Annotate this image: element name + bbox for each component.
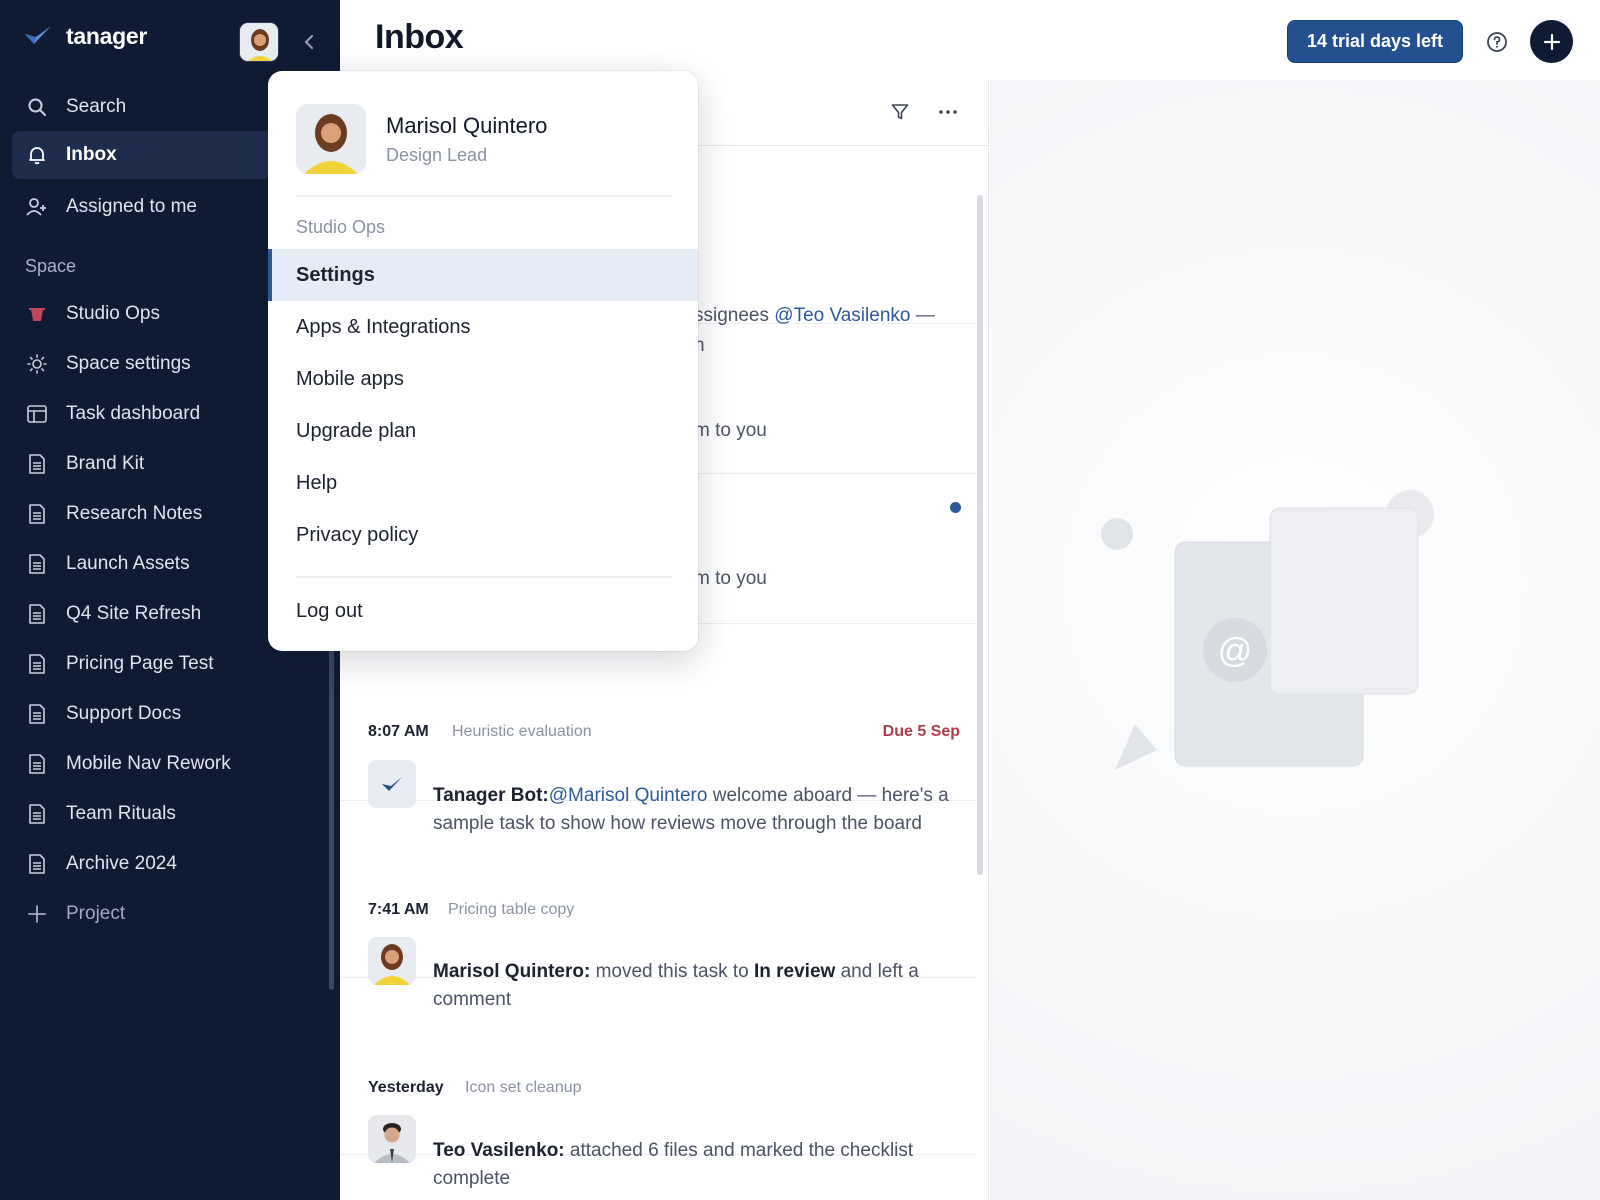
space-item-archive-2024[interactable]: Archive 2024 [12, 840, 340, 888]
inbox-item-text-fragment: m to you [694, 568, 767, 589]
divider [296, 576, 672, 578]
menu-item-mobile-apps[interactable]: Mobile apps [268, 353, 698, 405]
menu-item-apps-integrations[interactable]: Apps & Integrations [268, 301, 698, 353]
space-item-label: Studio Ops [66, 303, 160, 324]
table-icon [26, 403, 48, 425]
help-button[interactable] [1483, 28, 1511, 56]
sun-icon [26, 353, 48, 375]
avatar-female-icon [296, 104, 366, 174]
document-icon [26, 453, 48, 475]
inbox-item[interactable]: 7:41 AM Pricing table copy Marisol Quint… [340, 801, 976, 1010]
document-icon [26, 603, 48, 625]
space-item-label: Team Rituals [66, 803, 176, 824]
nav-assigned-label: Assigned to me [66, 196, 197, 217]
chevron-left-icon [304, 35, 313, 49]
user-name: Marisol Quintero [386, 113, 548, 138]
user-role: Design Lead [386, 145, 488, 165]
add-project-button[interactable]: Project [12, 890, 340, 938]
document-icon [26, 803, 48, 825]
document-icon [26, 853, 48, 875]
document-icon [26, 703, 48, 725]
unread-indicator [950, 502, 961, 513]
divider [296, 195, 672, 197]
item-task-name: Pricing table copy [448, 901, 575, 918]
create-button[interactable] [1530, 20, 1573, 63]
item-time: 8:07 AM [368, 723, 429, 740]
user-menu-dropdown: Marisol Quintero Design Lead Studio Ops … [268, 71, 698, 651]
plus-icon [26, 903, 48, 925]
menu-item-help[interactable]: Help [268, 457, 698, 509]
avatar-male-icon [368, 1115, 416, 1163]
add-project-label: Project [66, 903, 126, 924]
avatar-female-icon [240, 23, 278, 61]
app-name: tanager [66, 22, 147, 49]
trial-days-button[interactable]: 14 trial days left [1287, 20, 1463, 63]
item-time: Yesterday [368, 1079, 444, 1096]
tanager-logo-icon [24, 22, 52, 50]
search-icon [26, 96, 48, 118]
space-item-label: Space settings [66, 353, 191, 374]
space-item-label: Q4 Site Refresh [66, 603, 202, 624]
svg-text:@: @ [1218, 632, 1253, 670]
filter-button[interactable] [886, 98, 914, 126]
user-plus-icon [26, 196, 48, 218]
document-icon [26, 503, 48, 525]
space-item-label: Task dashboard [66, 403, 201, 424]
top-header: Inbox 14 trial days left [340, 0, 1600, 80]
page-title: Inbox [375, 18, 464, 56]
space-item-label: Mobile Nav Rework [66, 753, 231, 774]
more-options-button[interactable] [934, 98, 962, 126]
space-item-label: Pricing Page Test [66, 653, 214, 674]
cup-icon [26, 303, 48, 325]
plus-icon [1543, 33, 1560, 50]
menu-item-privacy-policy[interactable]: Privacy policy [268, 509, 698, 561]
inbox-item-text-fragment: m to you [694, 420, 767, 441]
space-item-mobile-nav-rework[interactable]: Mobile Nav Rework [12, 740, 340, 788]
bell-icon [26, 144, 48, 166]
space-item-label: Research Notes [66, 503, 203, 524]
item-task-name: Heuristic evaluation [452, 723, 592, 740]
menu-item-settings[interactable]: Settings [268, 249, 698, 301]
user-avatar-button[interactable] [239, 22, 279, 62]
space-section-label: Space [25, 256, 77, 276]
menu-item-upgrade-plan[interactable]: Upgrade plan [268, 405, 698, 457]
space-item-label: Brand Kit [66, 453, 145, 474]
workspace-label: Studio Ops [296, 217, 386, 237]
ellipsis-icon [939, 110, 957, 114]
brand[interactable]: tanager [24, 22, 147, 50]
item-task-name: Icon set cleanup [465, 1079, 582, 1096]
document-icon [26, 753, 48, 775]
inbox-scrollbar[interactable] [977, 195, 983, 875]
document-icon [26, 553, 48, 575]
item-message: Teo Vasilenko: attached 6 files and mark… [433, 1140, 914, 1189]
space-item-label: Launch Assets [66, 553, 190, 574]
question-circle-icon [1487, 32, 1507, 52]
item-due-date: Due 5 Sep [882, 723, 960, 740]
user-menu-avatar [296, 104, 366, 174]
space-item-label: Archive 2024 [66, 853, 177, 874]
empty-state-pane: @ [990, 80, 1600, 1200]
collapse-sidebar-button[interactable] [297, 28, 321, 56]
mention-illustration-icon: @ [1101, 490, 1434, 770]
nav-inbox-label: Inbox [66, 144, 117, 165]
user-avatar [368, 1115, 416, 1163]
item-time: 7:41 AM [368, 901, 429, 918]
space-item-support-docs[interactable]: Support Docs [12, 690, 340, 738]
inbox-item[interactable]: Yesterday Icon set cleanup Teo Vasilenko… [340, 978, 976, 1189]
menu-item-log-out[interactable]: Log out [268, 585, 698, 637]
space-item-label: Support Docs [66, 703, 182, 724]
filter-icon [891, 104, 909, 120]
document-icon [26, 653, 48, 675]
nav-search-label: Search [66, 96, 127, 117]
space-item-team-rituals[interactable]: Team Rituals [12, 790, 340, 838]
